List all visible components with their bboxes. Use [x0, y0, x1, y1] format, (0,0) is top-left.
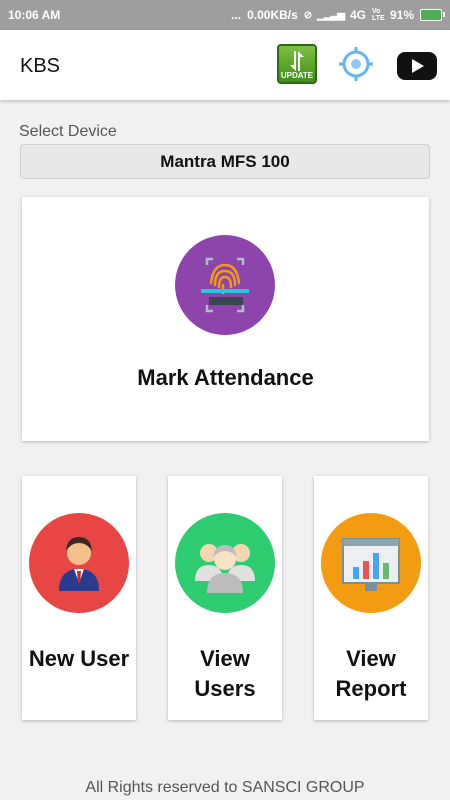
mark-attendance-card[interactable]: Mark Attendance — [22, 197, 429, 441]
status-time: 10:06 AM — [8, 8, 61, 22]
device-select[interactable]: Mantra MFS 100 — [20, 144, 430, 179]
user-icon — [29, 513, 129, 613]
view-users-tile[interactable]: View Users — [168, 476, 282, 720]
view-report-label: View Report — [335, 646, 407, 701]
youtube-play-icon[interactable] — [397, 52, 437, 80]
status-dots: ... — [231, 8, 242, 22]
status-right: ... 0.00KB/s ⊘ ▁▂▃▅ 4G Vo LTE 91% — [231, 8, 445, 22]
view-users-label: View Users — [194, 646, 256, 701]
status-bar: 10:06 AM ... 0.00KB/s ⊘ ▁▂▃▅ 4G Vo LTE 9… — [0, 0, 450, 30]
wifi-off-icon: ⊘ — [303, 9, 312, 21]
gps-target-icon[interactable] — [338, 46, 374, 82]
select-device-label: Select Device — [19, 123, 117, 140]
view-report-tile[interactable]: View Report — [314, 476, 428, 720]
new-user-tile[interactable]: New User — [22, 476, 136, 720]
status-network: 4G — [349, 8, 366, 22]
report-chart-icon — [321, 513, 421, 613]
signal-icon: ▁▂▃▅ — [317, 9, 345, 21]
battery-icon — [420, 9, 445, 21]
new-user-label: New User — [28, 646, 130, 671]
status-volte: Vo LTE — [371, 8, 385, 22]
update-label: UPDATE — [280, 71, 314, 80]
footer-copyright: All Rights reserved to SANSCI GROUP — [85, 779, 365, 796]
users-group-icon — [175, 513, 275, 613]
update-button[interactable]: UPDATE — [277, 44, 317, 84]
app-bar: KBS UPDATE — [0, 30, 450, 100]
mark-attendance-label: Mark Attendance — [137, 365, 314, 390]
status-battery-text: 91% — [389, 8, 414, 22]
app-title: KBS — [20, 55, 61, 77]
sync-arrows-icon — [290, 51, 304, 71]
fingerprint-scan-icon — [175, 235, 275, 335]
status-speed: 0.00KB/s — [247, 8, 298, 22]
